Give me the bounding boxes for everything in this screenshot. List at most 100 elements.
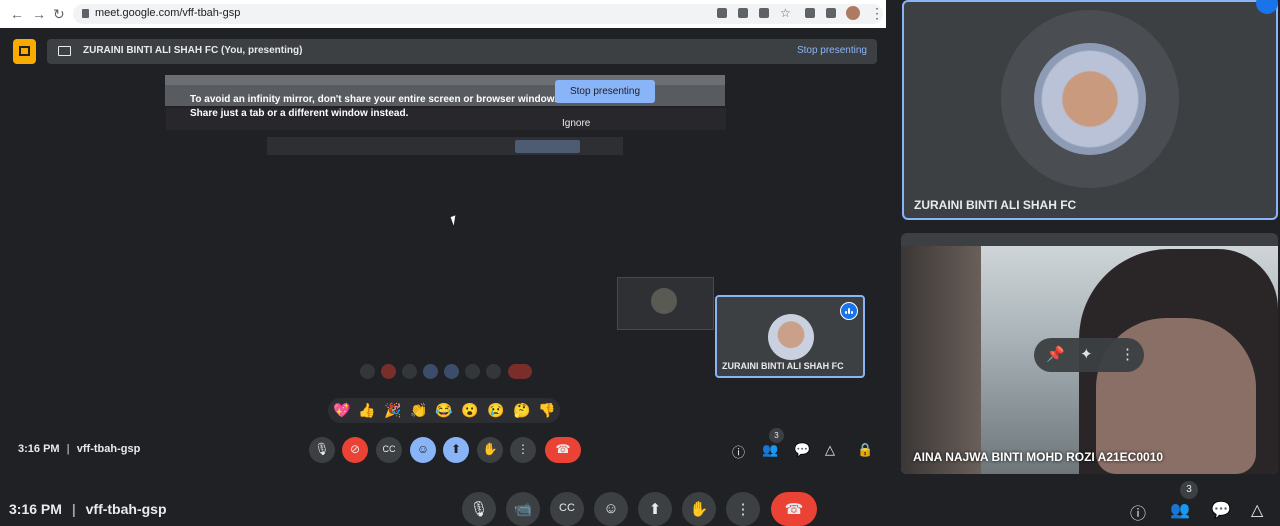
reactions-bar: 💖 👍 🎉 👏 😂 😮 😢 🤔 👎: [328, 398, 560, 423]
captions-icon: CC: [382, 444, 396, 454]
warning-stop-presenting-button[interactable]: Stop presenting: [555, 80, 655, 103]
camera-off-icon: ⊘: [349, 442, 361, 456]
inner-present-button[interactable]: ⬆: [443, 437, 469, 463]
meeting-code: vff-tbah-gsp: [85, 501, 167, 517]
present-screen-icon: [58, 46, 71, 56]
captions-icon: CC: [559, 502, 575, 514]
tile-hover-toolbar: 📌 ✦ ⋮: [1034, 338, 1144, 372]
speaking-indicator-icon: [840, 302, 858, 320]
inner-separator: |: [66, 443, 70, 455]
reaction-laugh-icon[interactable]: 😂: [435, 401, 452, 419]
people-count-badge: 3: [1180, 481, 1198, 499]
side-panel-icon[interactable]: [826, 8, 836, 18]
inner-people-count: 3: [769, 428, 784, 443]
emoji-icon: ☺: [416, 442, 430, 456]
reaction-sad-icon[interactable]: 😢: [487, 401, 504, 419]
activities-icon[interactable]: △: [1251, 500, 1263, 520]
meeting-info: 3:16 PM | vff-tbah-gsp: [9, 501, 167, 517]
inner-chat-icon[interactable]: 💬: [794, 442, 810, 458]
present-icon: ⬆: [648, 501, 662, 518]
end-call-button[interactable]: ☎: [771, 492, 817, 526]
presenter-name: ZURAINI BINTI ALI SHAH FC (You, presenti…: [83, 45, 303, 56]
avatar: [768, 314, 814, 360]
avatar: [1034, 43, 1146, 155]
presenting-badge-icon: [13, 39, 36, 64]
warning-ignore-button[interactable]: Ignore: [562, 118, 590, 129]
translate-icon[interactable]: [738, 8, 748, 18]
profile-avatar[interactable]: [846, 6, 860, 20]
more-vert-icon[interactable]: ⋮: [1120, 345, 1135, 363]
end-call-icon: ☎: [555, 442, 571, 456]
more-vert-icon: ⋮: [735, 501, 751, 518]
speaking-indicator-icon: [1256, 0, 1278, 14]
inner-end-call-button[interactable]: ☎: [545, 437, 581, 463]
share-icon[interactable]: [759, 8, 769, 18]
extensions-icon[interactable]: [805, 8, 815, 18]
reload-icon[interactable]: ↻: [53, 6, 65, 23]
presenting-banner: ZURAINI BINTI ALI SHAH FC (You, presenti…: [47, 39, 877, 64]
inner-captions-button[interactable]: CC: [376, 437, 402, 463]
reaction-heart-icon[interactable]: 💖: [333, 401, 350, 419]
mouse-cursor-icon: [450, 215, 459, 226]
inner-mic-button[interactable]: 🎙: [309, 437, 335, 463]
participant-tile-presenter[interactable]: ZURAINI BINTI ALI SHAH FC: [902, 0, 1278, 220]
mirror-control-bar: [360, 364, 535, 380]
inner-activities-icon[interactable]: △: [825, 442, 835, 458]
browser-toolbar: ← → ↻ meet.google.com/vff-tbah-gsp ☆ ⋮: [0, 0, 886, 28]
present-icon: ⬆: [450, 442, 462, 456]
avatar-ring: [1001, 10, 1179, 188]
camera-icon[interactable]: [717, 8, 727, 18]
effects-sparkle-icon[interactable]: ✦: [1080, 345, 1093, 363]
hand-icon: ✋: [482, 442, 498, 456]
people-icon[interactable]: 👥: [1170, 500, 1190, 520]
meeting-separator: |: [71, 501, 76, 517]
participant-name: AINA NAJWA BINTI MOHD ROZI A21EC0010: [913, 450, 1164, 464]
inner-raise-hand-button[interactable]: ✋: [477, 437, 503, 463]
self-preview-tile[interactable]: ZURAINI BINTI ALI SHAH FC: [715, 295, 865, 378]
reaction-thumbs-down-icon[interactable]: 👎: [538, 401, 555, 419]
address-url: meet.google.com/vff-tbah-gsp: [95, 7, 241, 19]
inner-meeting-code: vff-tbah-gsp: [76, 443, 141, 455]
reaction-party-icon[interactable]: 🎉: [384, 401, 401, 419]
emoji-icon: ☺: [603, 500, 619, 517]
inner-more-options-button[interactable]: ⋮: [510, 437, 536, 463]
reaction-clap-icon[interactable]: 👏: [410, 401, 427, 419]
inner-camera-off-button[interactable]: ⊘: [342, 437, 368, 463]
self-tile-name: ZURAINI BINTI ALI SHAH FC: [722, 361, 844, 371]
inner-host-controls-icon[interactable]: 🔒: [857, 442, 873, 458]
more-options-button[interactable]: ⋮: [726, 492, 760, 526]
captions-button[interactable]: CC: [550, 492, 584, 526]
address-bar[interactable]: meet.google.com/vff-tbah-gsp ☆: [73, 4, 883, 24]
emoji-button[interactable]: ☺: [594, 492, 628, 526]
present-button[interactable]: ⬆: [638, 492, 672, 526]
meeting-time: 3:16 PM: [9, 501, 62, 517]
reaction-surprised-icon[interactable]: 😮: [461, 401, 478, 419]
browser-menu-icon[interactable]: ⋮: [870, 5, 884, 22]
pin-icon[interactable]: 📌: [1046, 345, 1065, 363]
mic-button[interactable]: 🎙: [462, 492, 496, 526]
inner-info-icon[interactable]: ⓘ: [732, 442, 745, 461]
mirror-self-tile: [617, 277, 714, 330]
inner-emoji-button[interactable]: ☺: [410, 437, 436, 463]
end-call-icon: ☎: [784, 501, 804, 518]
star-icon[interactable]: ☆: [780, 6, 791, 20]
forward-icon[interactable]: →: [32, 6, 46, 22]
raise-hand-button[interactable]: ✋: [682, 492, 716, 526]
mic-icon: 🎙: [314, 442, 330, 456]
lock-icon: [82, 9, 89, 18]
back-icon[interactable]: ←: [10, 6, 24, 22]
stop-presenting-link[interactable]: Stop presenting: [797, 45, 867, 56]
reaction-thinking-icon[interactable]: 🤔: [513, 401, 530, 419]
chat-icon[interactable]: 💬: [1211, 500, 1231, 520]
more-vert-icon: ⋮: [517, 442, 529, 456]
participant-name: ZURAINI BINTI ALI SHAH FC: [914, 198, 1077, 212]
info-icon[interactable]: ⓘ: [1130, 500, 1146, 524]
inner-people-icon[interactable]: 👥: [762, 442, 778, 458]
participant-tile-camera[interactable]: 📌 ✦ ⋮ AINA NAJWA BINTI MOHD ROZI A21EC00…: [901, 233, 1278, 474]
camera-video-person-left: [901, 246, 981, 474]
camera-button[interactable]: 📹: [506, 492, 540, 526]
infinity-warning-line2: Share just a tab or a different window i…: [190, 108, 409, 119]
reaction-thumbs-up-icon[interactable]: 👍: [358, 401, 375, 419]
mirror-stop-button: [515, 140, 580, 153]
hand-icon: ✋: [689, 501, 709, 518]
